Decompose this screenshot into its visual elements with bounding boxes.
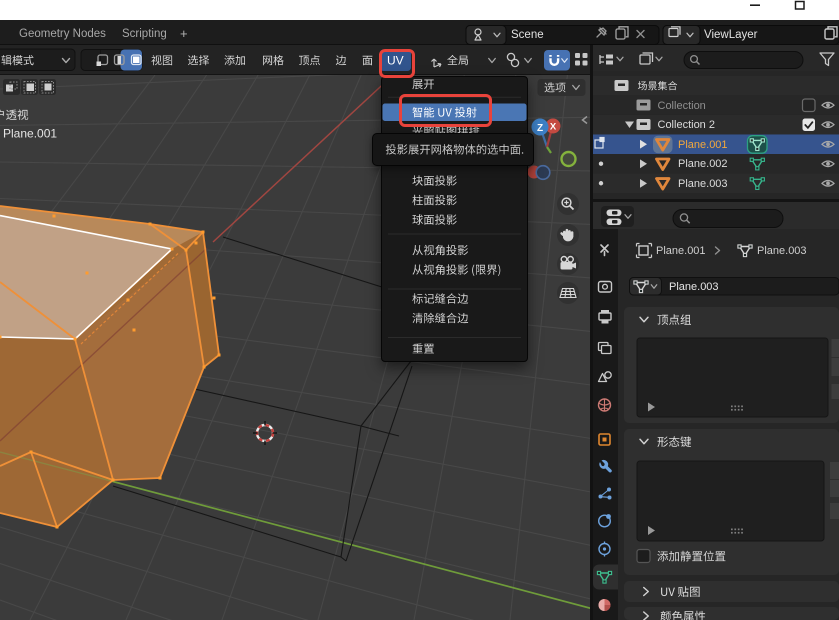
svg-text:Z: Z: [537, 123, 543, 134]
svg-text:Plane.001: Plane.001: [3, 127, 57, 141]
svg-text:X: X: [550, 122, 557, 133]
